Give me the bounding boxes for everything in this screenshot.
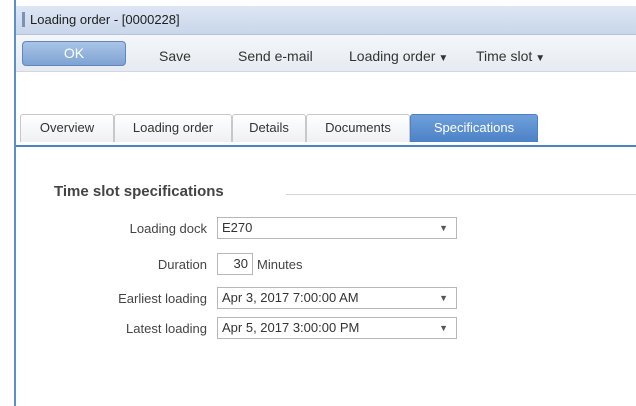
latest-loading-label: Latest loading [126, 321, 207, 336]
title-bar: Loading order - [0000228] [16, 6, 636, 35]
app-icon [22, 12, 25, 27]
time-slot-menu[interactable]: Time slot ▼ [476, 48, 545, 64]
ok-button[interactable]: OK [22, 41, 126, 66]
tab-specifications[interactable]: Specifications [410, 114, 538, 142]
earliest-loading-select[interactable]: Apr 3, 2017 7:00:00 AM ▼ [217, 287, 457, 309]
loading-order-window: Loading order - [0000228] OK Save Send e… [14, 0, 636, 406]
triangle-down-icon: ▼ [438, 53, 449, 64]
tab-loading-order[interactable]: Loading order [114, 114, 232, 142]
triangle-down-icon[interactable]: ▼ [439, 318, 448, 338]
tab-bar: Overview Loading order Details Documents… [16, 110, 636, 146]
latest-loading-value: Apr 5, 2017 3:00:00 PM [222, 320, 360, 335]
save-button[interactable]: Save [159, 48, 191, 64]
triangle-down-icon: ▼ [535, 53, 546, 64]
send-email-button[interactable]: Send e-mail [238, 48, 313, 64]
tab-documents[interactable]: Documents [306, 114, 410, 142]
duration-unit: Minutes [257, 257, 303, 272]
loading-dock-value: E270 [222, 220, 253, 235]
time-slot-menu-label: Time slot [476, 48, 533, 64]
latest-loading-select[interactable]: Apr 5, 2017 3:00:00 PM ▼ [217, 317, 457, 339]
tab-underline [16, 145, 636, 147]
tab-details[interactable]: Details [232, 114, 306, 142]
loading-dock-label: Loading dock [129, 221, 207, 236]
section-title: Time slot specifications [54, 183, 224, 200]
loading-order-menu-label: Loading order [349, 48, 436, 64]
tab-overview[interactable]: Overview [20, 114, 114, 142]
duration-input[interactable]: 30 [217, 253, 253, 275]
earliest-loading-label: Earliest loading [118, 291, 207, 306]
earliest-loading-value: Apr 3, 2017 7:00:00 AM [222, 290, 359, 305]
loading-dock-select[interactable]: E270 ▼ [217, 217, 457, 239]
section-divider [286, 194, 636, 195]
toolbar: OK Save Send e-mail Loading order ▼ Time … [16, 35, 636, 72]
loading-order-menu[interactable]: Loading order ▼ [349, 48, 448, 64]
triangle-down-icon[interactable]: ▼ [439, 218, 448, 238]
window-title: Loading order - [0000228] [30, 12, 180, 27]
duration-label: Duration [157, 257, 207, 272]
triangle-down-icon[interactable]: ▼ [439, 288, 448, 308]
